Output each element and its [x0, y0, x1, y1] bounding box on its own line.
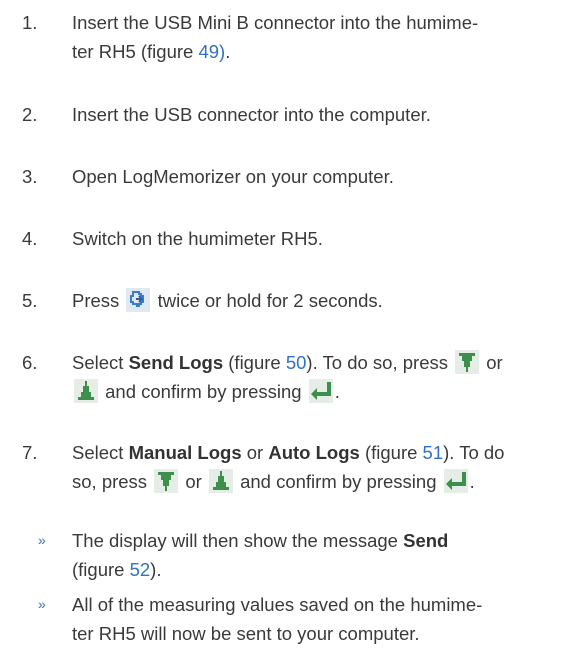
- figure-link[interactable]: 50: [286, 352, 307, 373]
- step-text: Select Manual Logs or Auto Logs (figure …: [72, 442, 505, 493]
- step-text: Press twice or hold for 2 seconds.: [72, 288, 383, 312]
- bullet-marker: »: [38, 532, 46, 548]
- enter-key-icon: [308, 379, 333, 403]
- step-number: 4.: [22, 228, 38, 249]
- figure-link[interactable]: 51: [423, 442, 444, 463]
- message-send: Send: [403, 530, 449, 551]
- step-text: Insert the USB Mini B connector into the…: [72, 12, 479, 62]
- step-text: Select Send Logs (figure 50). To do so, …: [72, 350, 503, 403]
- step-text: Switch on the humimeter RH5.: [72, 228, 323, 249]
- step-number: 7.: [22, 442, 38, 463]
- step-number: 6.: [22, 352, 38, 373]
- figure-link[interactable]: 52: [130, 559, 151, 580]
- arrow-up-icon: [74, 379, 98, 403]
- bullet-marker: »: [38, 596, 46, 612]
- note-text: The display will then show the message S…: [72, 530, 449, 580]
- step-number: 5.: [22, 290, 38, 311]
- enter-arrow-icon: [126, 288, 151, 312]
- note-text: All of the measuring values saved on the…: [72, 594, 483, 644]
- step-number: 3.: [22, 166, 38, 187]
- menu-item-send-logs: Send Logs: [128, 352, 224, 373]
- step-text: Open LogMemorizer on your computer.: [72, 166, 394, 187]
- menu-item-manual-logs: Manual Logs: [128, 442, 242, 463]
- arrow-down-icon: [154, 469, 179, 493]
- menu-item-auto-logs: Auto Logs: [268, 442, 360, 463]
- arrow-up-icon: [208, 469, 233, 493]
- arrow-down-icon: [455, 350, 480, 374]
- step-text: Insert the USB connector into the comput…: [72, 104, 431, 125]
- figure-link[interactable]: 49): [198, 41, 225, 62]
- enter-key-icon: [443, 469, 468, 493]
- step-number: 1.: [22, 12, 38, 33]
- step-number: 2.: [22, 104, 38, 125]
